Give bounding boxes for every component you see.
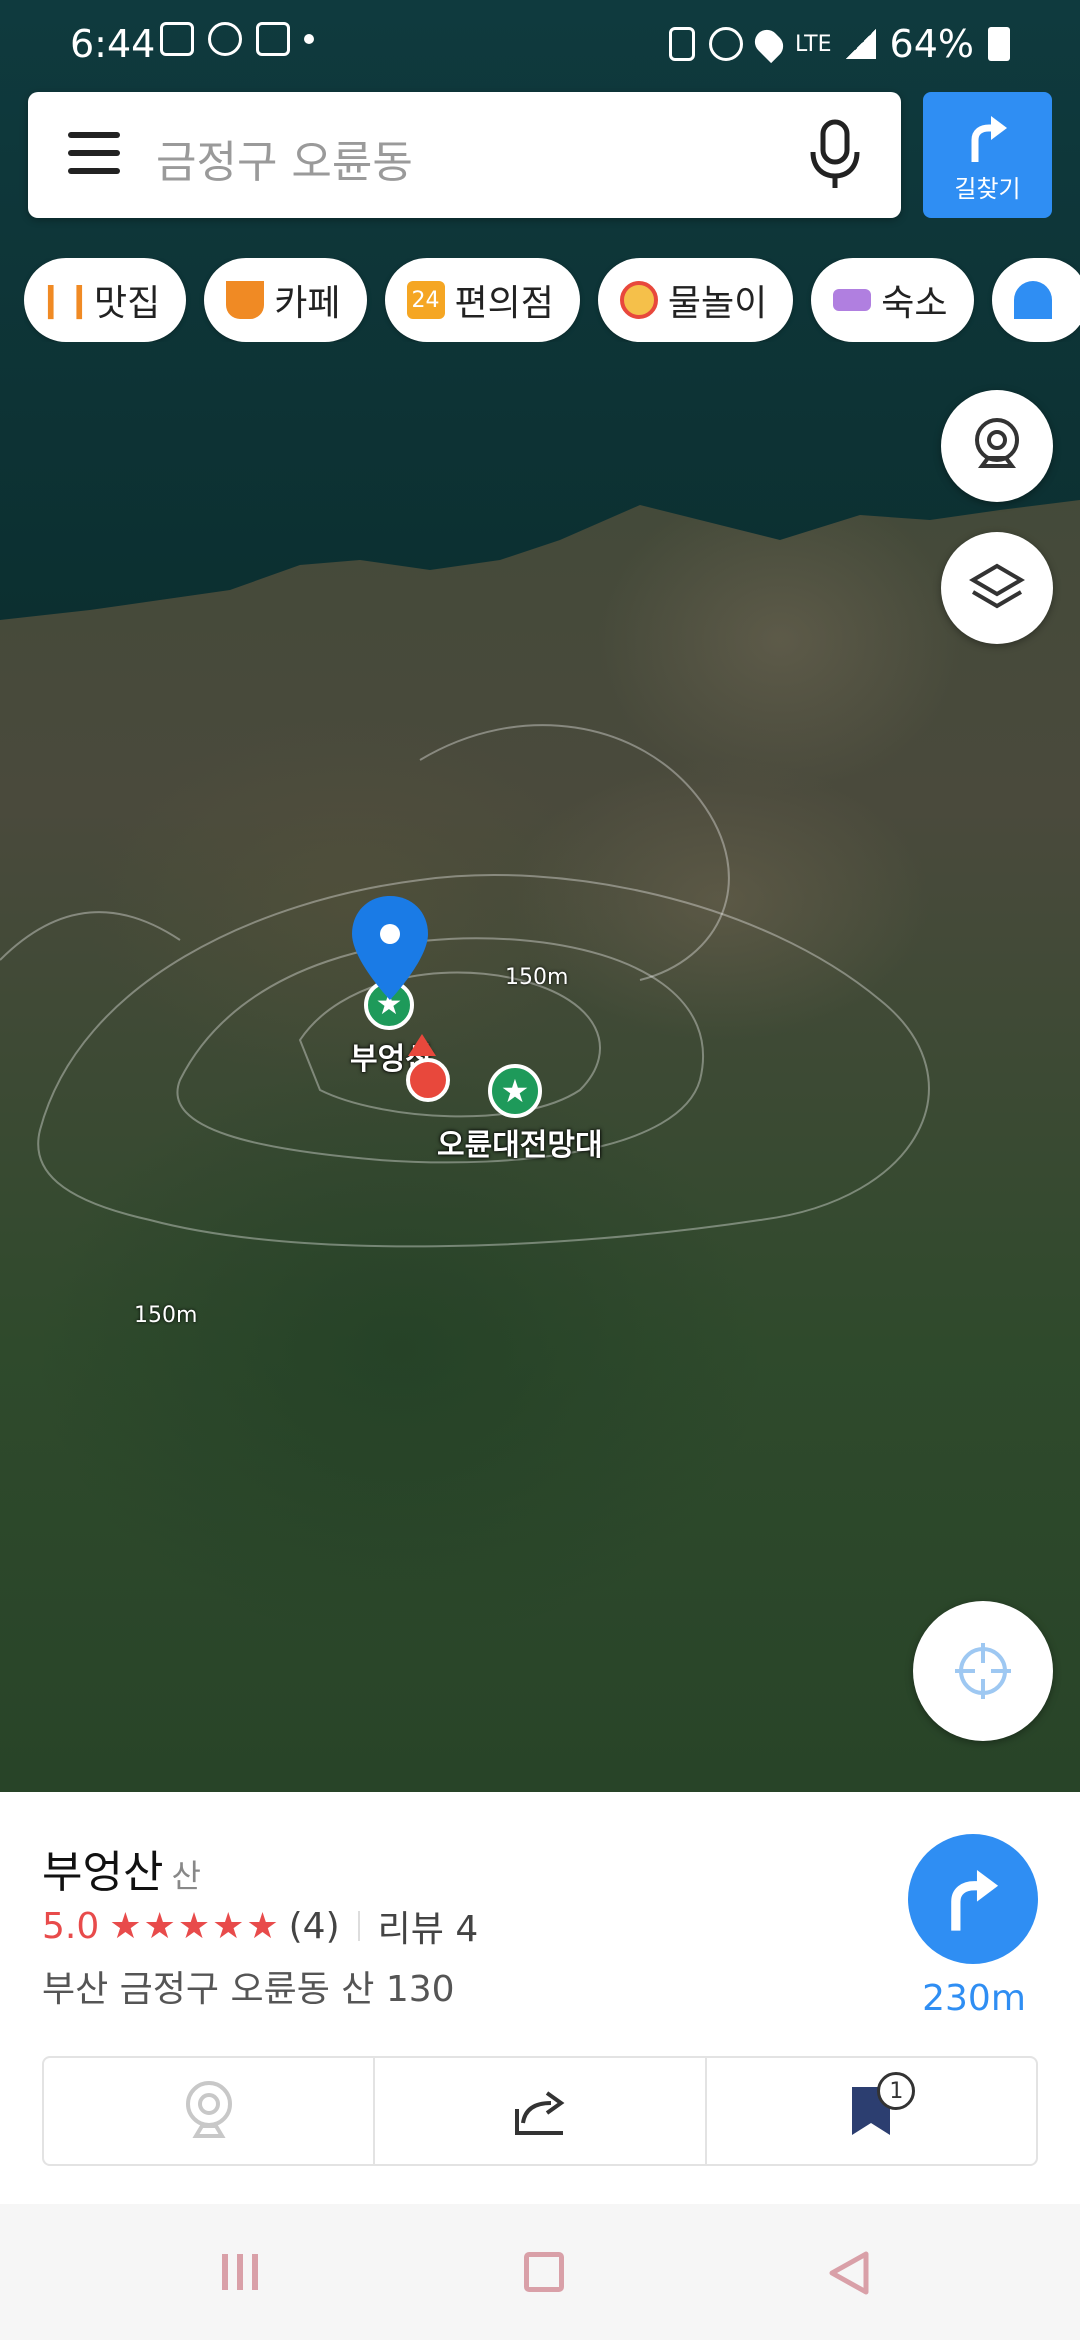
- share-icon: [514, 2091, 565, 2135]
- save-bookmark-button[interactable]: 1: [707, 2058, 1036, 2164]
- rating-score: 5.0: [42, 1905, 100, 1947]
- rating-row: 5.0 ★★★★★ (4) 리뷰 4: [42, 1900, 478, 1952]
- search-input[interactable]: 금정구 오륜동: [156, 126, 413, 190]
- route-button[interactable]: 길찾기: [923, 92, 1052, 218]
- chip-lodging[interactable]: 숙소: [811, 258, 974, 342]
- home-button[interactable]: [524, 2252, 564, 2292]
- back-button[interactable]: [826, 2248, 872, 2298]
- poi-marker-orun-observatory[interactable]: ★: [488, 1064, 542, 1118]
- battery-saver-icon: [668, 27, 695, 61]
- chip-label: 카페: [274, 283, 341, 324]
- app-notification-icon: [256, 22, 290, 56]
- restaurant-icon: ❙❙: [36, 280, 94, 320]
- chip-label: 물놀이: [667, 283, 768, 324]
- recent-apps-icon: [252, 2254, 258, 2290]
- contour-label: 150m: [134, 1303, 198, 1328]
- system-nav-bar: [0, 2204, 1080, 2340]
- share-button[interactable]: [375, 2058, 707, 2164]
- search-bar[interactable]: 금정구 오륜동: [28, 92, 901, 218]
- convenience-store-icon: 24: [406, 281, 445, 319]
- battery-percent: 64%: [889, 22, 974, 66]
- map-view[interactable]: 150m 150m ★ 부엉산 ★ 오륜대전망대 6:44 LTE 64% 금정…: [0, 0, 1080, 1792]
- beach-umbrella-icon: [1013, 281, 1052, 319]
- turn-right-arrow-icon: [971, 116, 1007, 162]
- chip-convenience-store[interactable]: 24 편의점: [384, 258, 580, 342]
- street-view-icon: [975, 418, 1019, 468]
- my-location-button[interactable]: [913, 1601, 1053, 1741]
- category-chips: ❙❙ 맛집 카페 24 편의점 물놀이 숙소: [24, 258, 1080, 342]
- place-address: 부산 금정구 오륜동 산 130: [42, 1969, 455, 2010]
- alarm-icon: [708, 27, 743, 61]
- more-notifications-icon: [304, 34, 314, 44]
- recent-apps-icon: [222, 2254, 228, 2290]
- chip-label: 편의점: [454, 283, 554, 324]
- distance-label: 230m: [922, 1978, 1026, 2019]
- rating-count: (4): [288, 1905, 340, 1947]
- action-bar: 1: [42, 2056, 1038, 2166]
- current-location-dot: [406, 1058, 450, 1102]
- street-view-button[interactable]: [941, 390, 1053, 502]
- peak-icon: [408, 1034, 436, 1056]
- chip-cafe[interactable]: 카페: [204, 258, 367, 342]
- gallery-icon: [160, 22, 194, 56]
- map-layers-button[interactable]: [941, 532, 1053, 644]
- cafe-icon: [226, 281, 265, 319]
- place-name: 부엉산: [42, 1847, 164, 1898]
- rating-stars: ★★★★★: [109, 1905, 281, 1947]
- route-button-label: 길찾기: [954, 175, 1021, 203]
- place-info-sheet[interactable]: 부엉산 산 5.0 ★★★★★ (4) 리뷰 4 부산 금정구 오륜동 산 130…: [0, 1792, 1080, 2204]
- place-title: 부엉산 산: [42, 1836, 201, 1900]
- chip-label: 숙소: [881, 283, 948, 324]
- lodging-icon: [833, 289, 872, 311]
- status-time: 6:44: [70, 22, 156, 66]
- signal-icon: [845, 29, 876, 59]
- contour-label: 150m: [505, 965, 569, 990]
- menu-icon[interactable]: [68, 132, 120, 174]
- layers-icon: [969, 563, 1025, 609]
- chip-water-play[interactable]: 물놀이: [597, 258, 794, 342]
- recent-apps-icon: [237, 2254, 243, 2290]
- turn-right-arrow-icon: [951, 1869, 999, 1931]
- star-icon: ★: [500, 1072, 530, 1110]
- selected-pin-icon[interactable]: [348, 894, 432, 1004]
- divider: [357, 1911, 360, 1941]
- place-category: 산: [171, 1857, 201, 1895]
- recent-apps-button[interactable]: [222, 2254, 264, 2290]
- network-type: LTE: [794, 31, 832, 57]
- crosshair-icon: [955, 1643, 1011, 1699]
- poi-label[interactable]: 오륜대전망대: [437, 1120, 603, 1164]
- location-icon: [749, 24, 789, 64]
- mic-icon[interactable]: [805, 118, 865, 192]
- review-link[interactable]: 리뷰 4: [378, 1900, 479, 1952]
- street-view-icon: [185, 2081, 232, 2138]
- saved-count-badge: 1: [877, 2072, 916, 2110]
- talk-icon: [208, 22, 242, 56]
- chip-beach[interactable]: [991, 258, 1080, 342]
- directions-button[interactable]: [908, 1834, 1038, 1964]
- status-bar: 6:44 LTE 64%: [0, 0, 1080, 92]
- battery-icon: [988, 27, 1010, 61]
- chip-restaurant[interactable]: ❙❙ 맛집: [24, 258, 187, 342]
- chip-label: 맛집: [94, 283, 161, 324]
- water-play-icon: [619, 281, 658, 319]
- street-view-action-button[interactable]: [44, 2058, 376, 2164]
